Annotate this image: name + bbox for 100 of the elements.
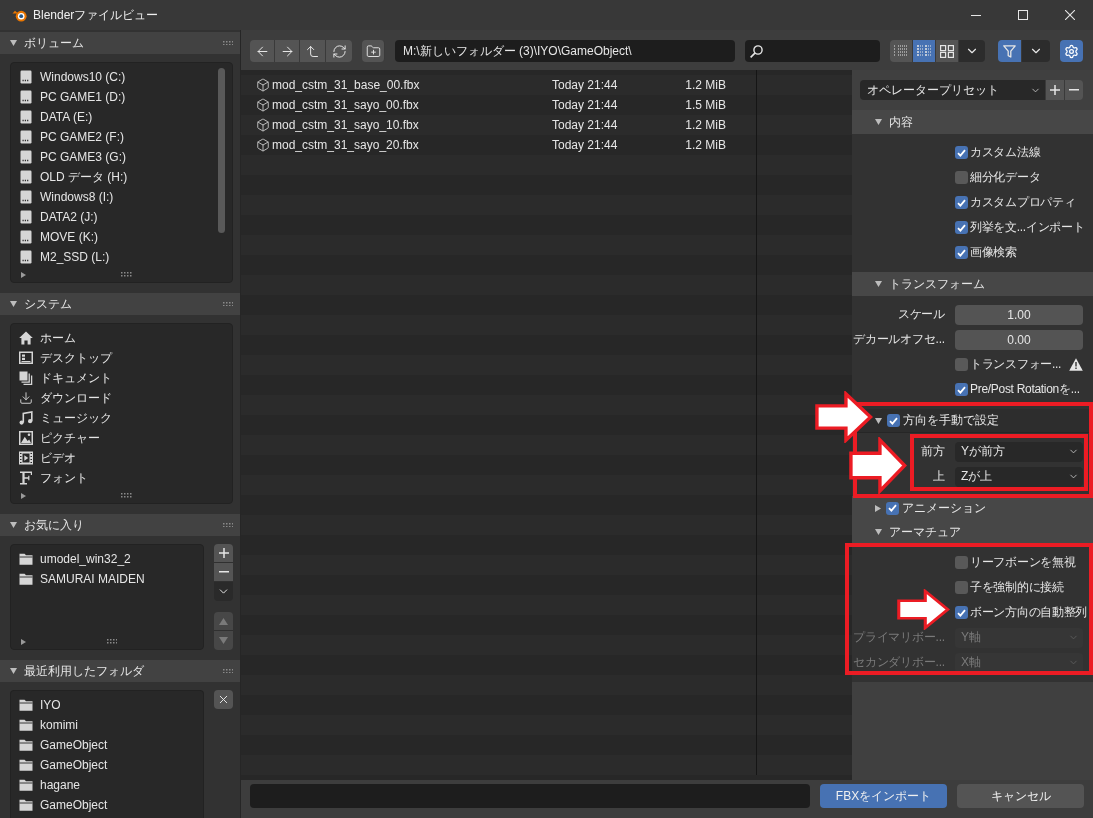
checkbox[interactable] — [955, 221, 968, 234]
add-preset-button[interactable] — [1045, 80, 1064, 100]
checkbox[interactable] — [955, 146, 968, 159]
checkbox-label: トランスフォー... — [970, 356, 1061, 373]
search-field[interactable] — [745, 40, 880, 62]
settings-button[interactable] — [1060, 40, 1083, 62]
view-menu-button[interactable] — [959, 40, 985, 62]
sidebar-item[interactable]: GameObject — [11, 755, 203, 775]
view-mode-button[interactable] — [913, 40, 936, 62]
file-size: 1.5 MiB — [684, 98, 726, 112]
checkbox[interactable] — [955, 556, 968, 569]
dropdown[interactable]: Yが前方 — [955, 441, 1083, 462]
remove-preset-button[interactable] — [1064, 80, 1083, 100]
sidebar-item[interactable]: DATA2 (J:) — [11, 207, 232, 227]
drive-icon — [19, 150, 33, 164]
panel-header[interactable]: 内容 — [852, 110, 1093, 134]
checkbox[interactable] — [955, 171, 968, 184]
sidebar-item[interactable]: PC GAME2 (F:) — [11, 127, 232, 147]
scrollbar[interactable] — [218, 68, 225, 233]
sidebar-item[interactable]: hagane — [11, 775, 203, 795]
checkbox[interactable] — [955, 358, 968, 371]
file-name[interactable]: mod_cstm_31_sayo_20.fbx — [272, 138, 419, 152]
field-label: 上 — [933, 468, 945, 485]
plus-icon — [218, 548, 229, 558]
dropdown[interactable]: Zが上 — [955, 466, 1083, 487]
import-button[interactable]: FBXをインポート — [820, 784, 947, 808]
sidebar-item[interactable]: ダウンロード — [11, 388, 232, 408]
parent-folder-button[interactable] — [300, 40, 326, 62]
grid-icon — [940, 44, 954, 58]
sidebar-item[interactable]: IYO — [11, 695, 203, 715]
file-name[interactable]: mod_cstm_31_sayo_00.fbx — [272, 98, 419, 112]
clear-button[interactable] — [214, 690, 233, 709]
number-field[interactable]: 0.00 — [955, 329, 1083, 350]
sidebar-item[interactable]: Windows10 (C:) — [11, 67, 232, 87]
panel-title: ボリューム — [24, 34, 85, 52]
cancel-button[interactable]: キャンセル — [957, 784, 1084, 808]
sidebar-item[interactable]: komimi — [11, 715, 203, 735]
sidebar-item[interactable]: M2_SSD (L:) — [11, 247, 232, 267]
expand-triangle-icon — [21, 271, 26, 278]
panel-header[interactable]: アーマチュア — [852, 520, 1093, 544]
maximize-icon — [1017, 10, 1028, 20]
checkbox[interactable] — [887, 414, 900, 427]
checkbox[interactable] — [955, 581, 968, 594]
preset-dropdown[interactable]: オペレータープリセット — [860, 80, 1045, 100]
panel-title: トランスフォーム — [889, 275, 985, 293]
checkbox-label: カスタム法線 — [970, 144, 1041, 161]
sidebar-item[interactable]: GameObject — [11, 735, 203, 755]
sidebar-item[interactable]: MOVE (K:) — [11, 227, 232, 247]
panel-header[interactable]: 最近利用したフォルダ — [0, 660, 240, 682]
sidebar-item[interactable]: OLD データ (H:) — [11, 167, 232, 187]
checkmark-icon — [957, 148, 966, 157]
view-mode-button[interactable] — [936, 40, 959, 62]
grip-icon — [121, 272, 132, 277]
file-name[interactable]: mod_cstm_31_base_00.fbx — [272, 78, 420, 92]
panel-header[interactable]: システム — [0, 293, 240, 315]
view-mode-button[interactable] — [890, 40, 913, 62]
panel-header[interactable]: トランスフォーム — [852, 272, 1093, 296]
field-label: セカンダリボー... — [853, 654, 945, 671]
sidebar-item[interactable]: ドキュメント — [11, 368, 232, 388]
add-button[interactable] — [214, 544, 233, 563]
cube-icon — [256, 118, 270, 132]
sidebar-item[interactable]: DATA (E:) — [11, 107, 232, 127]
sidebar-item[interactable]: PC GAME3 (G:) — [11, 147, 232, 167]
sidebar-item[interactable]: デスクトップ — [11, 348, 232, 368]
refresh-button[interactable] — [326, 40, 352, 62]
filename-field[interactable] — [250, 784, 810, 808]
checkbox[interactable] — [886, 501, 899, 515]
file-name[interactable]: mod_cstm_31_sayo_10.fbx — [272, 118, 419, 132]
field-label: スケール — [897, 306, 945, 323]
sidebar-item[interactable]: ビデオ — [11, 448, 232, 468]
sidebar-item[interactable]: Windows8 (I:) — [11, 187, 232, 207]
filter-button[interactable] — [998, 40, 1022, 62]
panel-header[interactable]: ボリューム — [0, 32, 240, 54]
sidebar-item[interactable]: GameObject — [11, 795, 203, 815]
sidebar-item[interactable]: ミュージック — [11, 408, 232, 428]
checkbox[interactable] — [955, 196, 968, 209]
checkmark-icon — [957, 198, 966, 207]
checkbox[interactable] — [955, 383, 968, 396]
back-button[interactable] — [250, 40, 275, 62]
remove-button[interactable] — [214, 563, 233, 582]
sidebar-item[interactable]: ピクチャー — [11, 428, 232, 448]
file-size: 1.2 MiB — [684, 138, 726, 152]
sidebar-item[interactable]: ホーム — [11, 328, 232, 348]
panel-title: お気に入り — [24, 516, 85, 534]
new-folder-button[interactable] — [362, 40, 385, 62]
sidebar-item[interactable]: SAMURAI MAIDEN — [11, 569, 203, 589]
checkbox[interactable] — [955, 246, 968, 259]
path-field[interactable]: M:\新しいフォルダー (3)\IYO\GameObject\ — [395, 40, 735, 62]
panel-header[interactable]: お気に入り — [0, 514, 240, 536]
sidebar-item[interactable]: PC GAME1 (D:) — [11, 87, 232, 107]
filter-menu-button[interactable] — [1022, 40, 1050, 62]
panel-header[interactable]: アニメーション — [852, 496, 1093, 520]
sidebar-item[interactable]: フォント — [11, 468, 232, 488]
drive-icon — [19, 190, 33, 204]
grip-icon — [222, 301, 233, 307]
sidebar-item[interactable]: umodel_win32_2 — [11, 549, 203, 569]
forward-button[interactable] — [275, 40, 300, 62]
drive-icon — [19, 130, 33, 144]
checkbox[interactable] — [955, 606, 968, 619]
number-field[interactable]: 1.00 — [955, 304, 1083, 325]
